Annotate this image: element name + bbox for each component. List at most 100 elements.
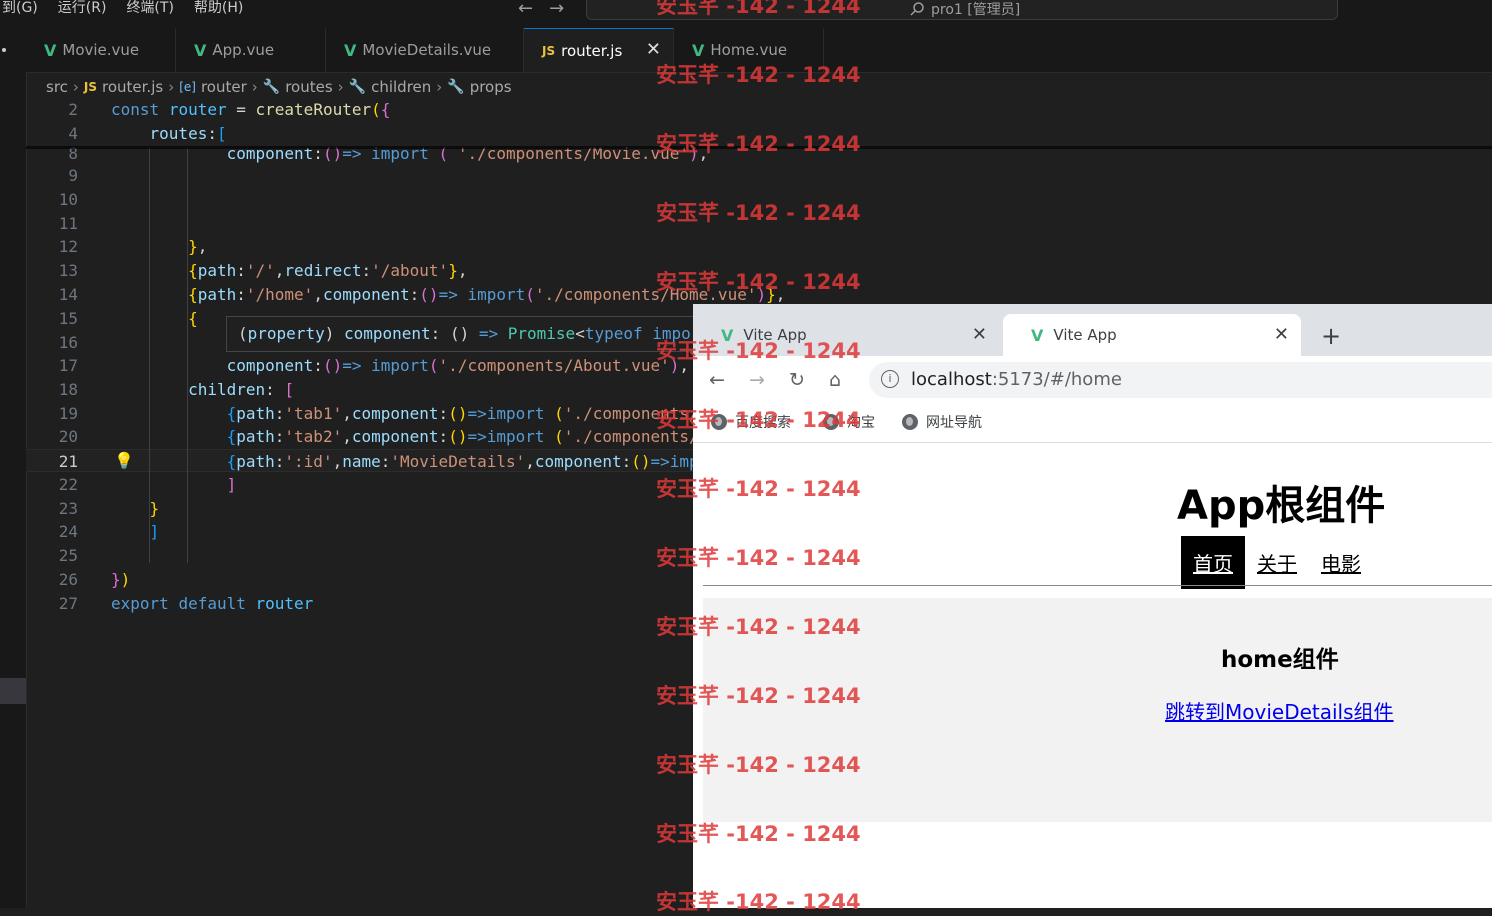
- breadcrumb-router[interactable]: router: [201, 78, 247, 96]
- breadcrumb-props[interactable]: props: [470, 78, 512, 96]
- line-number: 10: [58, 190, 78, 209]
- back-arrow-icon[interactable]: ←: [709, 369, 725, 391]
- code-editor[interactable]: 2 const router = createRouter({4 routes:[…: [26, 98, 786, 908]
- line-number: 16: [58, 333, 78, 352]
- browser-toolbar: ← → ↻ ⌂ i localhost:5173/#/home: [693, 356, 1492, 402]
- js-file-icon: JS: [542, 43, 556, 58]
- command-center[interactable]: pro1 [管理员]: [586, 0, 1338, 20]
- bookmark-taobao[interactable]: 淘宝: [823, 412, 875, 432]
- bookmark-navigation[interactable]: 网址导航: [902, 412, 982, 432]
- code-text: },: [188, 237, 208, 256]
- nav-link-home[interactable]: 首页: [1181, 535, 1245, 589]
- address-bar[interactable]: i localhost:5173/#/home: [869, 362, 1492, 398]
- vue-file-icon: V: [344, 40, 357, 60]
- line-number: 14: [58, 285, 78, 304]
- code-text: component:()=> import('./components/Abou…: [226, 356, 690, 375]
- tab-movie-vue[interactable]: V Movie.vue: [26, 28, 176, 72]
- globe-icon: [902, 414, 918, 430]
- bookmark-label: 网址导航: [926, 415, 982, 431]
- line-number: 17: [58, 356, 78, 375]
- info-icon[interactable]: i: [881, 370, 899, 388]
- code-line[interactable]: 13 {path:'/',redirect:'/about'},: [26, 259, 693, 282]
- line-number: 9: [68, 166, 78, 185]
- nav-link-about[interactable]: 关于: [1257, 548, 1297, 577]
- code-line[interactable]: 10: [26, 188, 693, 211]
- code-text: {path:'/home',component:()=> import('./c…: [188, 285, 786, 304]
- browser-tab[interactable]: V Vite App ✕: [693, 314, 999, 356]
- line-number: 12: [58, 237, 78, 256]
- close-icon[interactable]: ✕: [972, 324, 987, 345]
- bookmarks-bar: 百度搜索 淘宝 网址导航: [693, 402, 1492, 443]
- line-number: 15: [58, 309, 78, 328]
- more-icon[interactable]: [2, 48, 6, 52]
- tab-router-js[interactable]: JS router.js ✕: [524, 28, 674, 72]
- breadcrumb-routes[interactable]: routes: [285, 78, 332, 96]
- indent-guide: [187, 148, 188, 563]
- code-line[interactable]: 14 {path:'/home',component:()=> import('…: [26, 283, 786, 306]
- movie-details-link[interactable]: 跳转到MovieDetails组件: [1165, 696, 1394, 725]
- line-number: 11: [58, 214, 78, 233]
- code-text: {path:'/',redirect:'/about'},: [188, 261, 468, 280]
- code-line[interactable]: 22 ]: [26, 473, 693, 496]
- menu-help[interactable]: 帮助(H): [194, 0, 243, 16]
- back-arrow-icon[interactable]: ←: [518, 0, 533, 19]
- home-icon[interactable]: ⌂: [829, 369, 841, 391]
- code-line[interactable]: 12 },: [26, 235, 693, 258]
- tab-label: router.js: [561, 41, 623, 60]
- editor-tabs: V Movie.vue V App.vue V MovieDetails.vue…: [26, 28, 1492, 73]
- nav-link-movie[interactable]: 电影: [1321, 548, 1361, 577]
- forward-arrow-icon[interactable]: →: [749, 369, 765, 391]
- line-number: 25: [58, 546, 78, 565]
- code-line[interactable]: 26}): [26, 568, 693, 591]
- indent-guide: [187, 388, 188, 498]
- code-text: ]: [226, 475, 237, 494]
- code-line[interactable]: 17 component:()=> import('./components/A…: [26, 354, 693, 377]
- breadcrumb-src[interactable]: src: [46, 78, 68, 96]
- line-number: 26: [58, 570, 78, 589]
- code-line[interactable]: 24 ]: [26, 520, 693, 543]
- breadcrumb-children[interactable]: children: [371, 78, 431, 96]
- tab-moviedetails-vue[interactable]: V MovieDetails.vue: [326, 28, 524, 72]
- code-line[interactable]: 2 const router = createRouter({: [26, 98, 693, 121]
- line-number: 2: [68, 100, 78, 119]
- menu-go[interactable]: 到(G): [2, 0, 38, 16]
- menu-run[interactable]: 运行(R): [58, 0, 107, 16]
- code-text: export default router: [111, 594, 314, 613]
- tab-home-vue[interactable]: V Home.vue: [674, 28, 824, 72]
- chevron-right-icon: ›: [168, 78, 175, 96]
- activity-selected-item[interactable]: [0, 678, 26, 704]
- reload-icon[interactable]: ↻: [789, 369, 805, 391]
- app-nav: 首页 关于 电影: [1181, 535, 1385, 589]
- close-icon[interactable]: ✕: [646, 39, 661, 60]
- code-line[interactable]: 25: [26, 544, 693, 567]
- menu-terminal[interactable]: 终端(T): [126, 0, 173, 16]
- code-line[interactable]: 20 {path:'tab2',component:()=>import ('.…: [26, 425, 699, 448]
- code-line[interactable]: 23 }: [26, 497, 693, 520]
- globe-icon: [711, 414, 727, 430]
- code-line[interactable]: 18 children: [: [26, 378, 693, 401]
- command-center-label: pro1 [管理员]: [931, 2, 1021, 18]
- browser-window: V Vite App ✕ V Vite App ✕ + ← → ↻ ⌂ i lo…: [693, 304, 1492, 908]
- bookmark-baidu[interactable]: 百度搜索: [711, 412, 791, 432]
- new-tab-button[interactable]: +: [1321, 322, 1341, 350]
- code-text: const router = createRouter({: [111, 100, 391, 119]
- menu-bar: 到(G) 运行(R) 终端(T) 帮助(H): [0, 0, 243, 16]
- code-line[interactable]: 27 export default router: [26, 592, 693, 615]
- code-line[interactable]: 11: [26, 212, 693, 235]
- bookmark-label: 百度搜索: [735, 415, 791, 431]
- code-line[interactable]: 19 {path:'tab1',component:()=>import ('.…: [26, 402, 699, 425]
- lightbulb-icon[interactable]: 💡: [114, 451, 134, 470]
- tab-app-vue[interactable]: V App.vue: [176, 28, 326, 72]
- wrench-icon: 🔧: [348, 79, 367, 95]
- search-icon: [910, 2, 924, 16]
- globe-icon: [823, 414, 839, 430]
- line-number: 20: [58, 427, 78, 446]
- code-text: {path:':id',name:'MovieDetails',componen…: [226, 452, 699, 471]
- breadcrumb-file[interactable]: router.js: [102, 78, 163, 96]
- tab-label: Home.vue: [710, 41, 788, 59]
- code-text: children: [: [188, 380, 295, 399]
- forward-arrow-icon[interactable]: →: [549, 0, 564, 19]
- close-icon[interactable]: ✕: [1274, 324, 1289, 345]
- browser-tab-active[interactable]: V Vite App ✕: [1003, 314, 1301, 356]
- code-line[interactable]: 9: [26, 164, 693, 187]
